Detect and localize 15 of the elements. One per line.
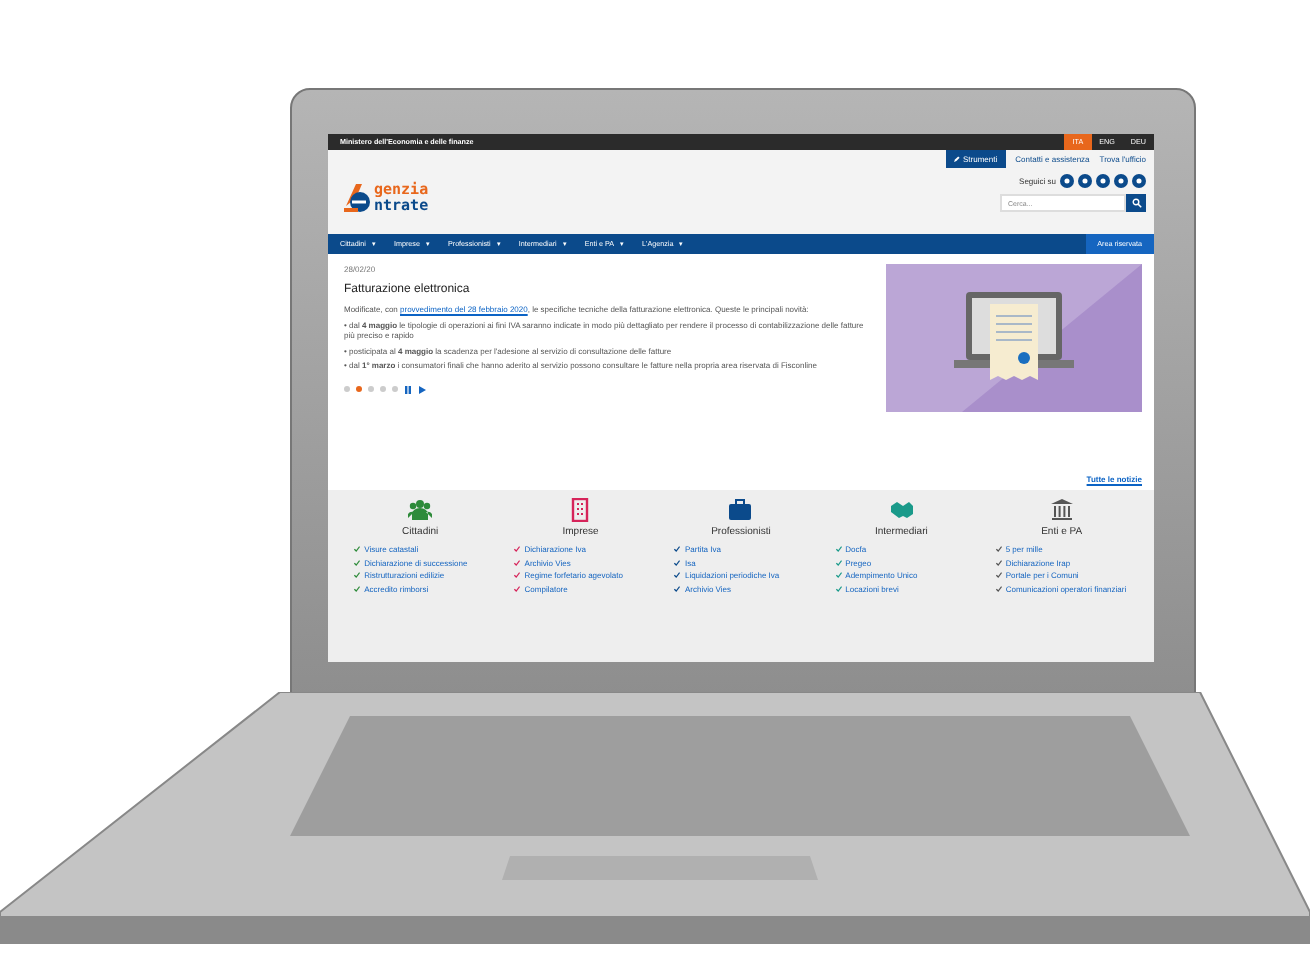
carousel-dot[interactable] [344,386,350,393]
carousel-dot[interactable] [380,386,386,393]
carousel-dot[interactable] [368,386,374,393]
bank-icon [1049,498,1074,522]
search-button[interactable] [1126,194,1146,212]
pencil-icon [953,156,960,162]
pause-icon[interactable] [404,385,412,394]
briefcase-icon [728,498,753,522]
building-icon [568,498,593,522]
carousel-dot[interactable] [356,386,362,393]
people-icon [408,498,433,522]
carousel-dot[interactable] [392,386,398,393]
play-icon[interactable] [418,385,426,394]
search-icon [1131,198,1141,208]
logo-icon [344,182,372,214]
